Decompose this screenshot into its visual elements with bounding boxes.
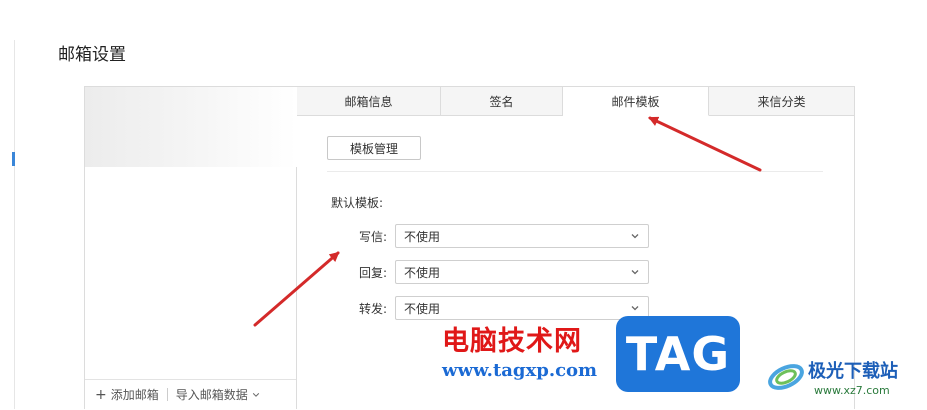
tab-mail-classification[interactable]: 来信分类 — [709, 87, 854, 115]
forward-label: 转发: — [358, 301, 387, 316]
watermark-tag-logo: TAG — [616, 316, 740, 392]
import-mailbox-data-label: 导入邮箱数据 — [175, 388, 248, 402]
forward-template-value: 不使用 — [404, 301, 441, 316]
tab-label: 签名 — [489, 94, 514, 109]
tab-label: 邮件模板 — [611, 94, 660, 109]
plus-icon: + — [95, 386, 107, 403]
reply-template-row: 回复: 不使用 — [297, 260, 649, 284]
watermark-brand2-url: www.xz7.com — [814, 384, 890, 397]
compose-label: 写信: — [358, 229, 387, 244]
footer-separator — [166, 388, 168, 401]
tab-label: 邮箱信息 — [344, 94, 393, 109]
settings-tabs: 邮箱信息 签名 邮件模板 来信分类 — [297, 87, 854, 116]
watermark-brand2: 极光下载站 — [808, 361, 898, 382]
compose-template-row: 写信: 不使用 — [297, 224, 649, 248]
watermark-site-url: www.tagxp.com — [442, 360, 598, 381]
chevron-down-icon — [631, 234, 639, 239]
tab-label: 来信分类 — [757, 94, 806, 109]
forward-template-row: 转发: 不使用 — [297, 296, 649, 320]
forward-template-select[interactable]: 不使用 — [395, 296, 649, 320]
account-item-blurred[interactable] — [85, 87, 297, 167]
tab-mailbox-info[interactable]: 邮箱信息 — [297, 87, 441, 115]
left-rule — [14, 40, 15, 409]
default-template-label: 默认模板: — [331, 196, 384, 210]
account-list-footer: + 添加邮箱 导入邮箱数据 — [85, 379, 296, 409]
chevron-down-icon — [252, 392, 259, 397]
chevron-down-icon — [631, 306, 639, 311]
reply-template-select[interactable]: 不使用 — [395, 260, 649, 284]
compose-template-select[interactable]: 不使用 — [395, 224, 649, 248]
template-manage-button[interactable]: 模板管理 — [327, 136, 421, 160]
account-list-pane: + 添加邮箱 导入邮箱数据 — [85, 87, 297, 409]
tab-mail-template[interactable]: 邮件模板 — [563, 87, 709, 116]
import-mailbox-data-button[interactable]: 导入邮箱数据 — [176, 386, 260, 403]
compose-template-value: 不使用 — [404, 229, 441, 244]
page-title: 邮箱设置 — [58, 45, 126, 65]
add-mailbox-button[interactable]: + 添加邮箱 — [95, 386, 159, 403]
add-mailbox-label: 添加邮箱 — [110, 388, 159, 402]
chevron-down-icon — [631, 270, 639, 275]
tab-signature[interactable]: 签名 — [441, 87, 563, 115]
reply-label: 回复: — [358, 265, 387, 280]
watermark-site-name: 电脑技术网 — [442, 326, 582, 357]
reply-template-value: 不使用 — [404, 265, 441, 280]
nav-active-indicator — [12, 152, 15, 166]
section-divider — [327, 171, 823, 172]
aurora-logo-icon — [768, 364, 804, 390]
